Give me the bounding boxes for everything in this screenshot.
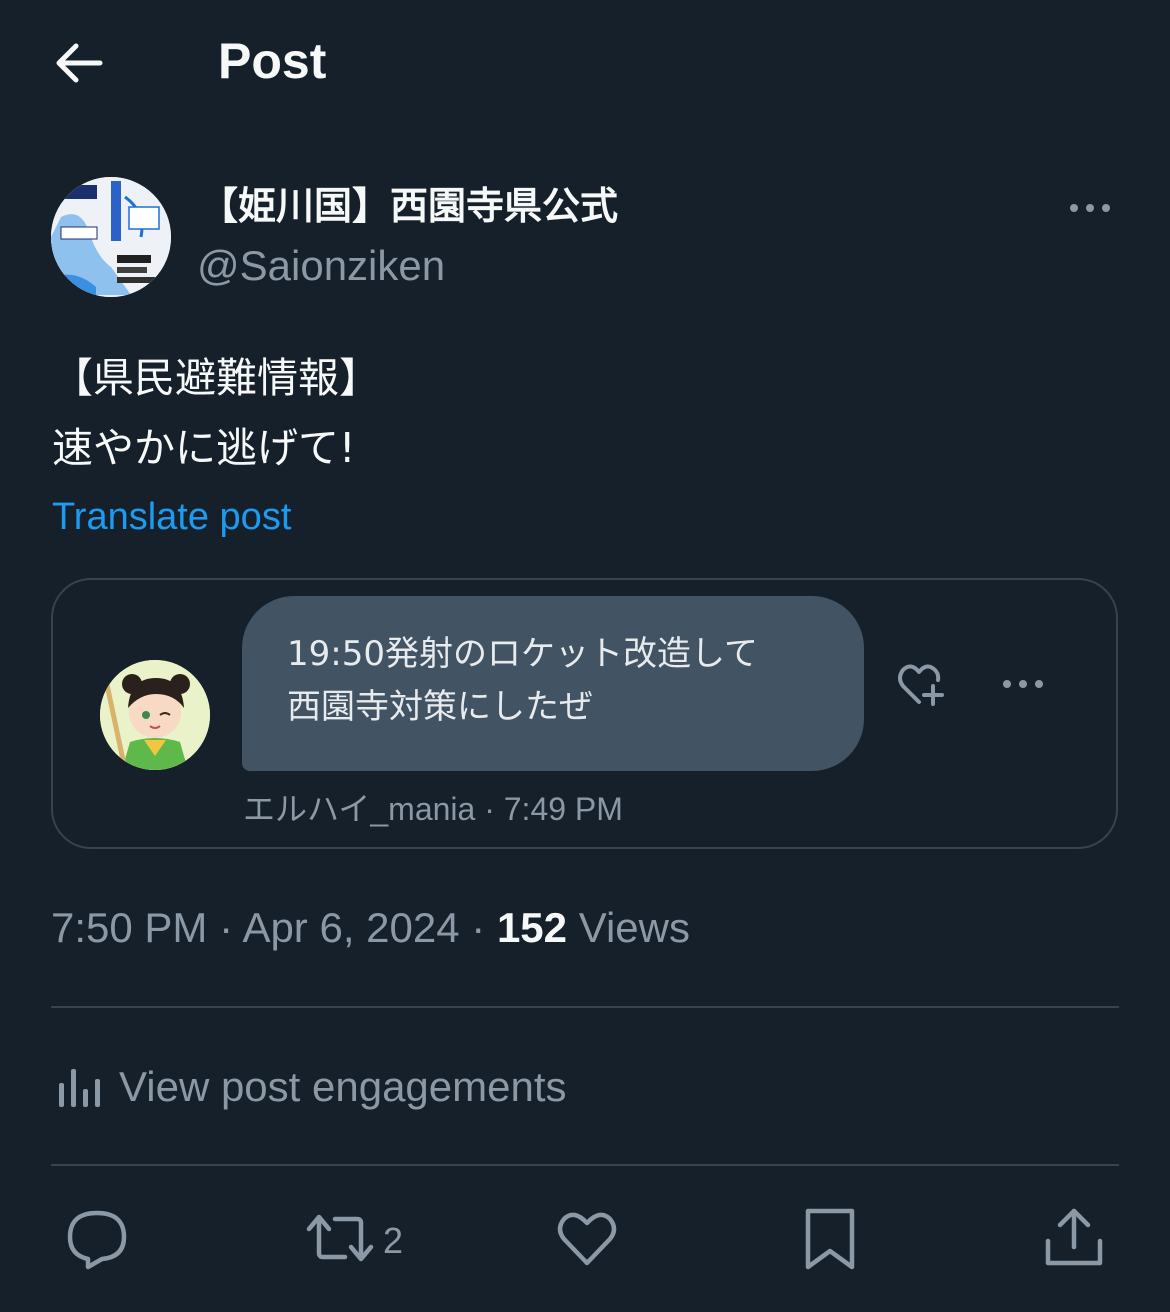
analytics-bars-icon	[59, 1069, 100, 1107]
more-dots-icon	[1070, 204, 1110, 212]
retweet-count: 2	[383, 1220, 404, 1261]
author-handle[interactable]: @Saionziken	[197, 240, 445, 292]
map-image	[51, 177, 171, 297]
heart-plus-icon	[898, 664, 944, 706]
divider	[51, 1164, 1119, 1166]
divider	[51, 1006, 1119, 1008]
message-line: 19:50発射のロケット改造して	[287, 634, 758, 674]
add-reaction-button[interactable]	[895, 658, 951, 710]
post-text-line: 速やかに逃げて!	[52, 424, 356, 472]
more-options-button[interactable]	[1062, 188, 1118, 228]
reply-icon	[67, 1210, 127, 1270]
views-count: 152	[496, 904, 568, 951]
embed-sender-meta: エルハイ_mania · 7:49 PM	[243, 791, 623, 827]
author-avatar[interactable]	[51, 177, 171, 297]
post-date[interactable]: Apr 6, 2024	[242, 904, 459, 951]
heart-icon	[557, 1212, 617, 1266]
translate-post-link[interactable]: Translate post	[52, 493, 291, 541]
reply-button[interactable]	[64, 1205, 130, 1275]
meta-separator: ·	[207, 904, 243, 951]
view-engagements-label: View post engagements	[119, 1063, 567, 1110]
back-arrow-icon	[56, 43, 103, 83]
post-time[interactable]: 7:50 PM	[51, 904, 207, 951]
post-text: 【県民避難情報】 速やかに逃げて!	[52, 343, 380, 483]
meta-separator: ·	[459, 904, 497, 951]
post-text-line: 【県民避難情報】	[52, 354, 380, 402]
author-display-name[interactable]: 【姫川国】西園寺県公式	[200, 180, 618, 232]
back-button[interactable]	[50, 38, 110, 88]
message-bubble[interactable]: 19:50発射のロケット改造して 西園寺対策にしたぜ	[242, 596, 864, 771]
share-icon	[1045, 1208, 1103, 1266]
bookmark-button[interactable]	[800, 1205, 860, 1275]
post-meta: 7:50 PM · Apr 6, 2024 · 152 Views	[51, 900, 690, 956]
embed-more-options-button[interactable]	[997, 666, 1049, 702]
share-button[interactable]	[1042, 1205, 1106, 1275]
like-button[interactable]	[554, 1205, 620, 1275]
embedded-message-card[interactable]: 19:50発射のロケット改造して 西園寺対策にしたぜ エルハイ_mania · …	[51, 578, 1118, 849]
sender-avatar[interactable]	[100, 660, 210, 770]
view-engagements-button[interactable]: View post engagements	[51, 1055, 671, 1119]
anime-character-image	[100, 660, 210, 770]
top-bar: Post	[0, 0, 1170, 125]
retweet-icon	[306, 1214, 374, 1262]
message-line: 西園寺対策にしたぜ	[287, 687, 593, 727]
page-title: Post	[218, 33, 327, 89]
bookmark-icon	[805, 1208, 855, 1270]
views-label: Views	[578, 904, 690, 951]
more-dots-icon	[1003, 680, 1043, 688]
retweet-button[interactable]: 2	[305, 1205, 415, 1275]
